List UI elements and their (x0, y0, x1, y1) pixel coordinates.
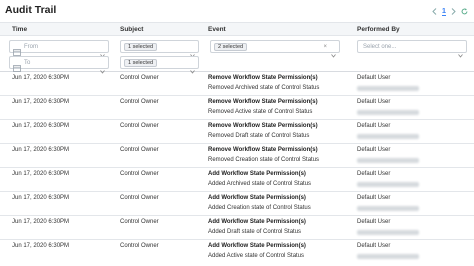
performed-by-cell: Default User (357, 219, 391, 225)
performed-by-cell: Default User (357, 243, 391, 249)
table-row[interactable]: Jun 17, 2020 6:30PM Control Owner Add Wo… (0, 168, 474, 192)
subject-filter-1[interactable]: 1 selected (120, 40, 199, 58)
current-page[interactable]: 1 (441, 6, 446, 16)
selected-tag: 2 selected (214, 43, 248, 51)
redacted-email (357, 230, 419, 235)
column-header-performed-by[interactable]: Performed By (357, 26, 400, 33)
event-detail: Added Archived state of Control Status (208, 181, 312, 187)
event-detail: Removed Draft state of Control Status (208, 133, 310, 139)
from-date-field[interactable]: From (9, 40, 109, 58)
event-title: Add Workflow State Permission(s) (208, 171, 306, 177)
performed-by-filter[interactable]: Select one... (357, 40, 467, 58)
performed-by-cell: Default User (357, 75, 391, 81)
subject-filter-2[interactable]: 1 selected (120, 56, 199, 74)
event-detail: Added Active state of Control Status (208, 253, 305, 259)
time-cell: Jun 17, 2020 6:30PM (12, 147, 70, 153)
time-cell: Jun 17, 2020 6:30PM (12, 75, 70, 81)
time-cell: Jun 17, 2020 6:30PM (12, 219, 70, 225)
event-title: Add Workflow State Permission(s) (208, 243, 306, 249)
subject-cell: Control Owner (120, 219, 159, 225)
table-row[interactable]: Jun 17, 2020 6:30PM Control Owner Add Wo… (0, 240, 474, 264)
time-cell: Jun 17, 2020 6:30PM (12, 99, 70, 105)
event-detail: Removed Archived state of Control Status (208, 85, 320, 91)
column-header-subject[interactable]: Subject (120, 26, 143, 33)
clear-icon[interactable]: × (323, 44, 327, 50)
event-title: Remove Workflow State Permission(s) (208, 75, 318, 81)
title-bar: Audit Trail 1 (0, 0, 474, 22)
pagination: 1 (432, 6, 468, 16)
column-header-event[interactable]: Event (208, 26, 226, 33)
table-row[interactable]: Jun 17, 2020 6:30PM Control Owner Remove… (0, 96, 474, 120)
filter-row: From To 1 selected 1 selected 2 selected… (0, 36, 474, 74)
subject-cell: Control Owner (120, 195, 159, 201)
event-filter[interactable]: 2 selected × (210, 40, 340, 58)
subject-cell: Control Owner (120, 243, 159, 249)
event-detail: Removed Creation state of Control Status (208, 157, 320, 163)
table-header: Time Subject Event Performed By (0, 22, 474, 36)
table-row[interactable]: Jun 17, 2020 6:30PM Control Owner Add Wo… (0, 192, 474, 216)
redacted-email (357, 134, 419, 139)
prev-page-icon[interactable] (432, 7, 437, 15)
selected-tag: 1 selected (124, 59, 158, 67)
to-placeholder: To (24, 59, 31, 66)
performed-by-cell: Default User (357, 195, 391, 201)
redacted-email (357, 206, 419, 211)
redacted-email (357, 182, 419, 187)
event-detail: Removed Active state of Control Status (208, 109, 313, 115)
performed-by-cell: Default User (357, 171, 391, 177)
subject-cell: Control Owner (120, 147, 159, 153)
performed-by-cell: Default User (357, 123, 391, 129)
performed-by-placeholder: Select one... (363, 43, 397, 50)
event-detail: Added Creation state of Control Status (208, 205, 311, 211)
from-placeholder: From (24, 43, 38, 50)
subject-cell: Control Owner (120, 75, 159, 81)
event-title: Add Workflow State Permission(s) (208, 219, 306, 225)
time-cell: Jun 17, 2020 6:30PM (12, 123, 70, 129)
event-title: Remove Workflow State Permission(s) (208, 147, 318, 153)
next-page-icon[interactable] (451, 7, 456, 15)
performed-by-cell: Default User (357, 99, 391, 105)
time-cell: Jun 17, 2020 6:30PM (12, 171, 70, 177)
table-row[interactable]: Jun 17, 2020 6:30PM Control Owner Remove… (0, 144, 474, 168)
table-row[interactable]: Jun 17, 2020 6:30PM Control Owner Add Wo… (0, 216, 474, 240)
subject-cell: Control Owner (120, 171, 159, 177)
subject-cell: Control Owner (120, 99, 159, 105)
refresh-icon[interactable] (461, 7, 468, 15)
event-title: Add Workflow State Permission(s) (208, 195, 306, 201)
page-title: Audit Trail (5, 4, 57, 16)
selected-tag: 1 selected (124, 43, 158, 51)
subject-cell: Control Owner (120, 123, 159, 129)
event-title: Remove Workflow State Permission(s) (208, 123, 318, 129)
event-title: Remove Workflow State Permission(s) (208, 99, 318, 105)
chevron-down-icon (331, 45, 336, 63)
time-cell: Jun 17, 2020 6:30PM (12, 243, 70, 249)
redacted-email (357, 110, 419, 115)
time-cell: Jun 17, 2020 6:30PM (12, 195, 70, 201)
redacted-email (357, 254, 419, 259)
event-detail: Added Draft state of Control Status (208, 229, 302, 235)
to-date-field[interactable]: To (9, 56, 109, 74)
performed-by-cell: Default User (357, 147, 391, 153)
table-row[interactable]: Jun 17, 2020 6:30PM Control Owner Remove… (0, 120, 474, 144)
table-row[interactable]: Jun 17, 2020 6:30PM Control Owner Remove… (0, 72, 474, 96)
redacted-email (357, 158, 419, 163)
chevron-down-icon (458, 45, 463, 63)
column-header-time[interactable]: Time (12, 26, 27, 33)
redacted-email (357, 86, 419, 91)
